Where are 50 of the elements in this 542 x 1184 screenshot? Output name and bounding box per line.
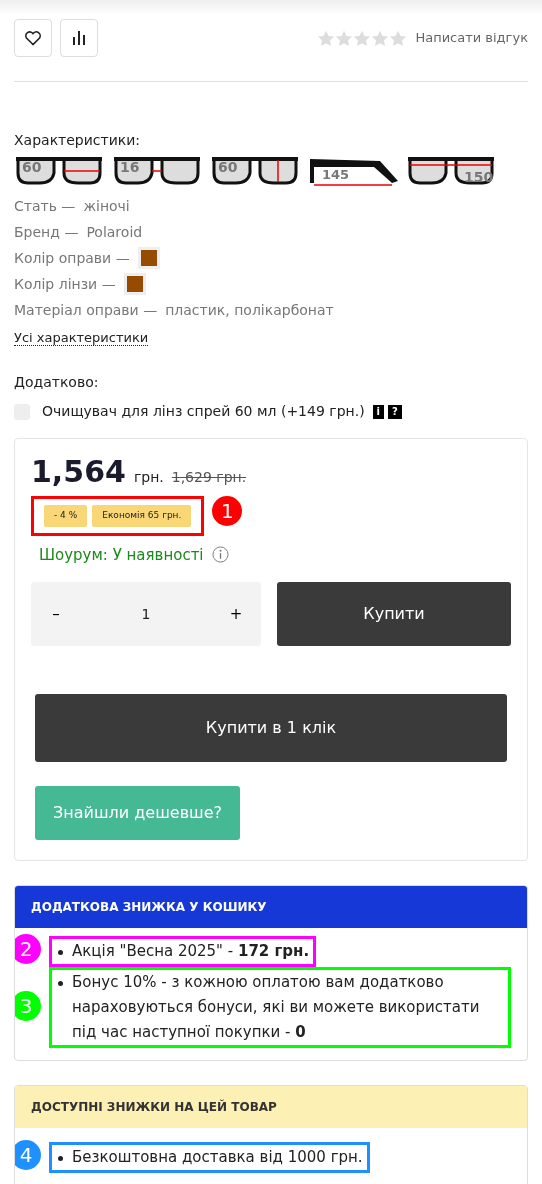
section-title: Додатково:	[14, 373, 100, 392]
star-rating[interactable]	[317, 29, 408, 47]
quantity-value: 1	[141, 604, 151, 624]
discount-tag: - 4 %	[44, 505, 88, 527]
glasses-dimension-drawing: 60	[14, 155, 104, 189]
quantity-stepper[interactable]: – 1 +	[31, 582, 261, 646]
increase-button[interactable]: +	[211, 582, 261, 646]
panel-header: ДОСТУПНІ ЗНИЖКИ НА ЦЕЙ ТОВАР	[15, 1086, 527, 1128]
callout-number: 1	[212, 496, 243, 526]
help-icon[interactable]: ?	[388, 404, 402, 419]
callout-number: 2	[15, 934, 41, 964]
old-price: 1,629 грн.	[171, 468, 247, 487]
review-link[interactable]: Написати відгук	[415, 28, 528, 48]
decrease-button[interactable]: –	[31, 582, 81, 646]
bar-chart-icon	[73, 31, 85, 45]
option-label[interactable]: Очищувач для лінз спрей 60 мл (+149 грн.)	[42, 401, 365, 422]
spec-label: Стать —	[14, 196, 76, 216]
star-icon	[317, 29, 336, 47]
stock-status: Шоурум: У наявності	[39, 544, 204, 566]
info-icon[interactable]	[211, 546, 229, 564]
spec-value: Polaroid	[86, 222, 143, 242]
discount-tag: Економія 65 грн.	[92, 505, 192, 527]
buy-button[interactable]: Купити	[277, 582, 511, 646]
spec-label: Колір лінзи —	[14, 274, 116, 294]
spec-label: Колір оправи —	[14, 248, 130, 268]
star-icon	[335, 29, 354, 47]
discount-item: Бонус 10% - з кожною оплатою вам додатково нараховуються бонуси, які ви можете використати під час наступної покупки - 0	[49, 967, 511, 1048]
current-price: 1,564	[31, 457, 126, 487]
info-icon[interactable]: i	[372, 404, 385, 419]
glasses-dimension-drawing: 60	[210, 155, 300, 189]
currency-label: грн.	[133, 468, 164, 487]
star-icon	[371, 29, 390, 47]
discount-item: Акція "Весна 2025" - 172 грн.	[49, 936, 317, 967]
panel-header: ДОДАТКОВА ЗНИЖКА У КОШИКУ	[15, 886, 527, 928]
heart-icon	[24, 30, 42, 46]
star-icon	[389, 29, 408, 47]
glasses-dimension-drawing: 16	[112, 155, 202, 189]
spec-value: жіночі	[83, 196, 130, 216]
callout-number: 4	[15, 1140, 41, 1170]
all-characteristics-link[interactable]: Усі характеристики	[14, 330, 149, 346]
callout-number: 3	[15, 991, 41, 1021]
spec-label: Бренд —	[14, 222, 79, 242]
one-click-buy-button[interactable]: Купити в 1 клік	[35, 694, 507, 762]
favorite-button[interactable]	[14, 19, 52, 57]
compare-button[interactable]	[60, 19, 98, 57]
section-title: Характеристики:	[14, 131, 142, 150]
star-icon	[353, 29, 372, 47]
spec-label: Матеріал оправи —	[14, 300, 158, 320]
discount-item: Безкоштовна доставка від 1000 грн.	[49, 1142, 370, 1173]
spec-value: пластик, полікарбонат	[165, 300, 334, 320]
